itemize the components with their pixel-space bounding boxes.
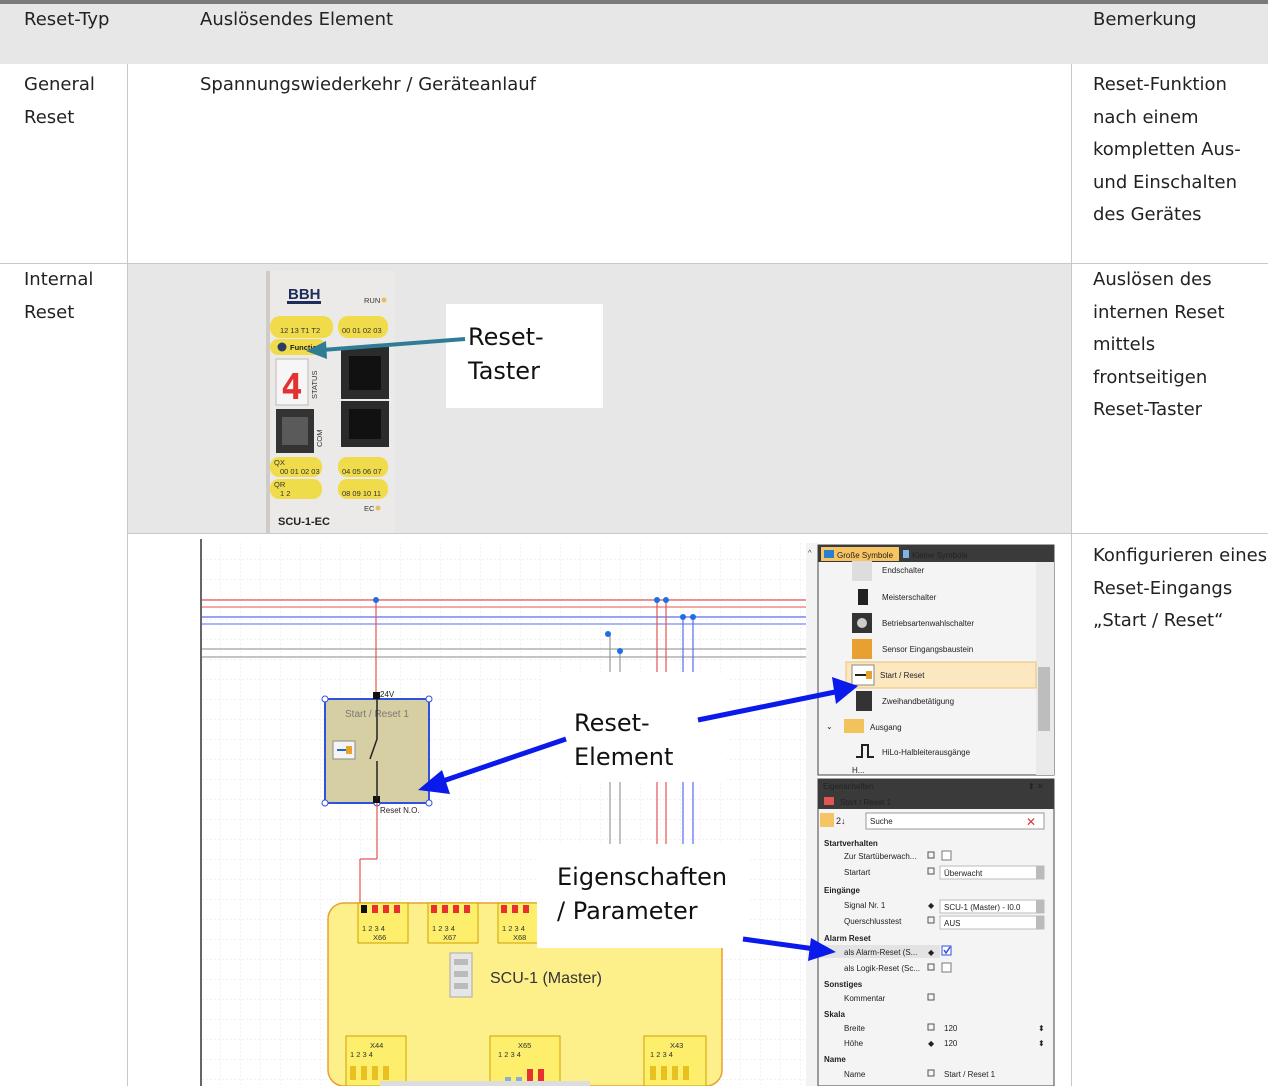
- toolbox-item-hilo: HiLo-Halbleiterausgänge: [882, 748, 971, 757]
- toolbox-item-zweihand: Zweihandbetätigung: [882, 697, 954, 706]
- prop-label-10: Name: [844, 1070, 866, 1079]
- pin-nums-4: 1 2 3 4: [350, 1050, 373, 1059]
- row2-remark: Auslösen des internen Reset mittels fron…: [1093, 269, 1225, 420]
- svg-text:◆: ◆: [928, 901, 935, 910]
- properties-search: Suche: [870, 817, 893, 826]
- device-model: SCU-1-EC: [278, 516, 330, 528]
- status-digit: 4: [281, 367, 303, 408]
- conn-x43: X43: [670, 1041, 683, 1050]
- toolbox-item-betriebsartenwahlschalter: Betriebsartenwahlschalter: [882, 619, 974, 628]
- row-divider-2: [128, 533, 1268, 534]
- prop-section-skala: Skala: [824, 1010, 845, 1019]
- toolbox-item-start-reset: Start / Reset: [880, 671, 925, 680]
- header-ausloesendes-element: Auslösendes Element: [200, 9, 394, 30]
- toolbox-item-ausgang: Ausgang: [870, 723, 902, 732]
- status-label: STATUS: [310, 371, 319, 399]
- blue-arrows: [418, 677, 858, 961]
- row1-element: Spannungswiederkehr / Geräteanlauf: [200, 74, 536, 95]
- device-brand: BBH: [288, 286, 321, 303]
- qx-nums: 00 01 02 03: [280, 467, 320, 476]
- header-reset-typ: Reset-Typ: [24, 9, 110, 30]
- qx-label: QX: [274, 458, 285, 467]
- reset-table: Reset-Typ Auslösendes Element Bemerkung …: [0, 4, 1268, 1086]
- prop-value-9: 120: [944, 1039, 958, 1048]
- prop-value-4: AUS: [944, 919, 960, 928]
- toolbox-item-meisterschalter: Meisterschalter: [882, 593, 937, 602]
- prop-label-7: Kommentar: [844, 994, 886, 1003]
- pin-nums-6: 1 2 3 4: [650, 1050, 673, 1059]
- svg-text:◆: ◆: [928, 1039, 935, 1048]
- conn-x65: X65: [518, 1041, 531, 1050]
- prop-value-10: Start / Reset 1: [944, 1070, 996, 1079]
- tab-large-symbols: Große Symbole: [837, 551, 894, 560]
- pin-top: 24V: [380, 690, 395, 699]
- row-divider-1: [0, 263, 1268, 264]
- right-nums-2: 08 09 10 11: [342, 489, 381, 498]
- svg-text:✕: ✕: [1026, 815, 1036, 829]
- reset-taster-text: Reset- Taster: [468, 323, 544, 385]
- prop-value-8: 120: [944, 1024, 958, 1033]
- svg-text:⬍ ✕: ⬍ ✕: [1028, 782, 1044, 791]
- pin-nums-5: 1 2 3 4: [498, 1050, 521, 1059]
- prop-section-name: Name: [824, 1055, 846, 1064]
- com-label: COM: [315, 430, 324, 448]
- row1-remark: Reset-Funktion nach einem kompletten Aus…: [1093, 74, 1241, 225]
- qr-nums: 1 2: [280, 489, 290, 498]
- right-nums-1: 04 05 06 07: [342, 467, 382, 476]
- qr-label: QR: [274, 480, 286, 489]
- prop-value-2: Überwacht: [944, 869, 983, 878]
- conn-x66: X66: [373, 933, 386, 942]
- tab-small-symbols: Kleine Symbole: [912, 551, 968, 560]
- teal-arrow: [306, 337, 466, 359]
- col-divider-2: [1071, 64, 1072, 1086]
- toolbox-item-endschalter: Endschalter: [882, 566, 925, 575]
- conn-x44: X44: [370, 1041, 383, 1050]
- toolbox-item-sensor: Sensor Eingangsbaustein: [882, 645, 973, 654]
- prop-label-9: Höhe: [844, 1039, 864, 1048]
- prop-value-3: SCU-1 (Master) - I0.0: [944, 903, 1021, 912]
- device-photo: BBH RUN 12 13 T1 T2 00 01 02 03 Function…: [266, 271, 395, 533]
- device-run-label: RUN: [364, 296, 380, 305]
- header-bemerkung: Bemerkung: [1093, 9, 1197, 30]
- svg-text:⬍: ⬍: [1038, 1024, 1045, 1033]
- svg-text:◆: ◆: [928, 948, 935, 957]
- ec-label: EC: [364, 504, 375, 513]
- row3-remark: Konfigurieren eines Reset-Eingangs „Star…: [1093, 545, 1268, 631]
- prop-label-8: Breite: [844, 1024, 865, 1033]
- row1-type: General Reset: [24, 74, 95, 128]
- svg-text:⬍: ⬍: [1038, 1039, 1045, 1048]
- pin-nums-1: 1 2 3 4: [362, 924, 385, 933]
- row2-type: Internal Reset: [24, 269, 94, 323]
- col-divider-1: [127, 64, 128, 1086]
- svg-text:^: ^: [808, 548, 812, 557]
